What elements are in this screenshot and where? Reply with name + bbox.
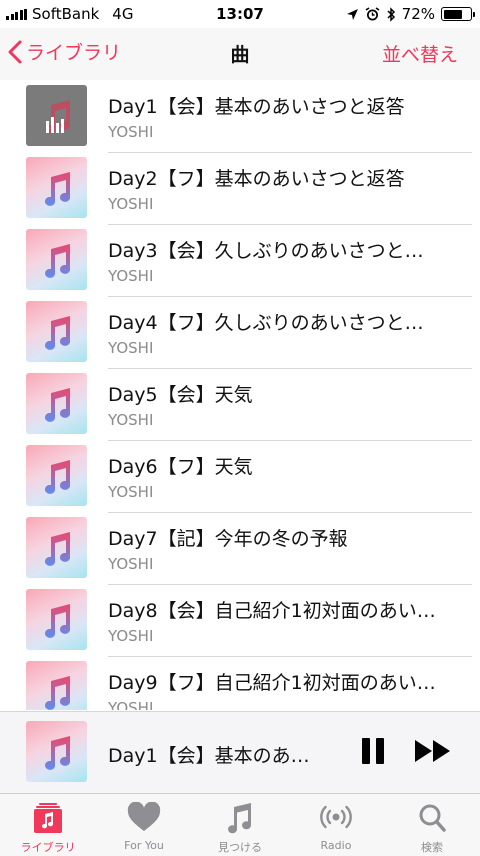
- tab-bar: ライブラリ For You 見つける Radio 検索: [0, 793, 480, 856]
- song-title: Day6【フ】天気: [108, 456, 253, 478]
- pause-button[interactable]: [360, 738, 384, 766]
- bluetooth-icon: [387, 6, 395, 22]
- song-row[interactable]: Day5【会】天気 YOSHI: [0, 369, 480, 441]
- song-title: Day8【会】自己紹介1初対面のあい…: [108, 600, 436, 622]
- now-playing-artwork[interactable]: [26, 721, 87, 782]
- song-row[interactable]: Day9【フ】自己紹介1初対面のあい… YOSHI: [0, 657, 480, 710]
- tab-browse[interactable]: 見つける: [192, 794, 288, 856]
- music-note-icon: [45, 736, 71, 770]
- tab-label: Radio: [320, 839, 352, 852]
- song-row[interactable]: Day7【記】今年の冬の予報 YOSHI: [0, 513, 480, 585]
- tab-label: 見つける: [218, 841, 262, 854]
- song-row[interactable]: Day4【フ】久しぶりのあいさつと… YOSHI: [0, 297, 480, 369]
- library-icon: [34, 803, 62, 833]
- now-playing-title[interactable]: Day1【会】基本のあ…: [108, 741, 323, 768]
- music-note-icon: [45, 316, 71, 350]
- song-row[interactable]: Day1【会】基本のあいさつと返答 YOSHI: [0, 81, 480, 153]
- battery-percent: 72%: [401, 5, 435, 23]
- tab-label: 検索: [421, 841, 443, 854]
- music-note-icon: [45, 460, 71, 494]
- music-note-icon: [45, 532, 71, 566]
- music-note-icon: [45, 172, 71, 206]
- tab-search[interactable]: 検索: [384, 794, 480, 856]
- tab-label: For You: [124, 839, 164, 852]
- tab-label: ライブラリ: [20, 841, 76, 854]
- song-row[interactable]: Day8【会】自己紹介1初対面のあい… YOSHI: [0, 585, 480, 657]
- alarm-icon: [365, 6, 380, 20]
- location-arrow-icon: [346, 8, 358, 20]
- sort-button[interactable]: 並べ替え: [382, 40, 458, 67]
- song-artwork: [26, 229, 87, 290]
- song-artist: YOSHI: [108, 267, 154, 285]
- music-note-icon: [45, 604, 71, 638]
- song-artwork: [26, 157, 87, 218]
- song-row[interactable]: Day3【会】久しぶりのあいさつと… YOSHI: [0, 225, 480, 297]
- battery-icon: [441, 7, 475, 21]
- music-note-icon: [45, 676, 71, 710]
- song-artwork: [26, 445, 87, 506]
- song-title: Day4【フ】久しぶりのあいさつと…: [108, 312, 424, 334]
- song-title: Day1【会】基本のあいさつと返答: [108, 96, 405, 118]
- tab-library[interactable]: ライブラリ: [0, 794, 96, 856]
- song-artwork: [26, 589, 87, 650]
- heart-icon: [127, 802, 161, 831]
- song-artist: YOSHI: [108, 699, 154, 710]
- music-note-icon: [228, 803, 252, 834]
- navigation-bar: ライブラリ 曲 並べ替え: [0, 28, 480, 80]
- song-row[interactable]: Day2【フ】基本のあいさつと返答 YOSHI: [0, 153, 480, 225]
- song-title: Day9【フ】自己紹介1初対面のあい…: [108, 672, 436, 694]
- radio-icon: [320, 805, 352, 829]
- song-list[interactable]: Day1【会】基本のあいさつと返答 YOSHI Day2【フ】基本のあいさつと返答 Y…: [0, 80, 480, 710]
- song-artist: YOSHI: [108, 123, 154, 141]
- status-bar: SoftBank 4G 13:07 72%: [0, 0, 480, 28]
- song-row[interactable]: Day6【フ】天気 YOSHI: [0, 441, 480, 513]
- status-right: 72%: [346, 5, 475, 23]
- song-title: Day7【記】今年の冬の予報: [108, 528, 348, 550]
- song-artwork: [26, 661, 87, 710]
- song-artwork: [26, 517, 87, 578]
- song-artist: YOSHI: [108, 411, 154, 429]
- song-artist: YOSHI: [108, 555, 154, 573]
- search-icon: [419, 804, 446, 832]
- song-artwork: [26, 301, 87, 362]
- song-artwork: [26, 85, 87, 146]
- now-playing-icon: [45, 100, 71, 134]
- song-title: Day3【会】久しぶりのあいさつと…: [108, 240, 424, 262]
- fast-forward-icon[interactable]: [414, 738, 452, 764]
- song-artwork: [26, 373, 87, 434]
- song-title: Day2【フ】基本のあいさつと返答: [108, 168, 405, 190]
- song-artist: YOSHI: [108, 195, 154, 213]
- music-note-icon: [45, 388, 71, 422]
- song-artist: YOSHI: [108, 483, 154, 501]
- mini-player[interactable]: Day1【会】基本のあ…: [0, 711, 480, 793]
- tab-radio[interactable]: Radio: [288, 794, 384, 856]
- song-artist: YOSHI: [108, 339, 154, 357]
- music-note-icon: [45, 244, 71, 278]
- song-title: Day5【会】天気: [108, 384, 253, 406]
- tab-for-you[interactable]: For You: [96, 794, 192, 856]
- song-artist: YOSHI: [108, 627, 154, 645]
